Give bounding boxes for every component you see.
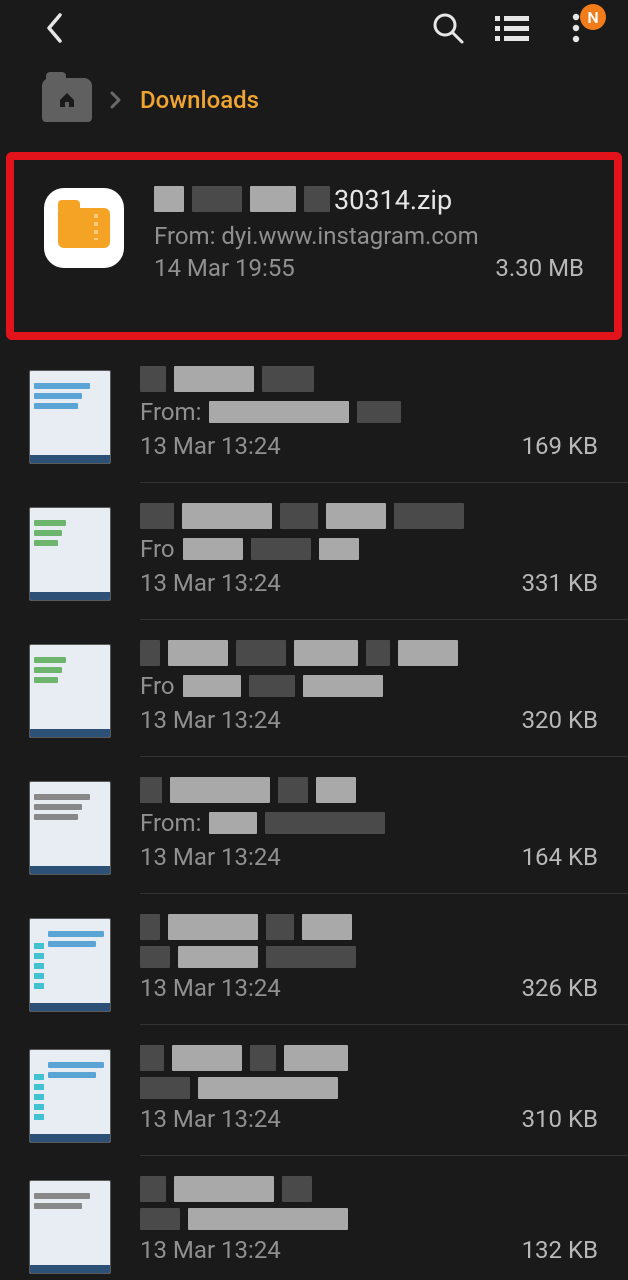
file-thumbnail: [29, 507, 111, 601]
notification-badge: N: [580, 4, 606, 30]
file-title: [140, 777, 598, 803]
file-thumbnail: [29, 1049, 111, 1143]
file-thumbnail: [29, 918, 111, 1012]
file-date: 13 Mar 13:24: [140, 706, 281, 734]
file-source: [140, 946, 598, 968]
zip-file-icon: [44, 188, 124, 268]
search-button[interactable]: [420, 0, 476, 56]
file-date: 13 Mar 13:24: [140, 843, 281, 871]
home-icon: [58, 92, 76, 108]
file-date: 13 Mar 13:24: [140, 974, 281, 1002]
file-title: [140, 503, 598, 529]
search-icon: [431, 11, 465, 45]
file-title: [140, 1045, 598, 1071]
file-source: Fro: [140, 672, 598, 700]
file-title: [140, 914, 598, 940]
file-item-zip[interactable]: 30314.zip From: dyi.www.instagram.com 14…: [14, 184, 614, 304]
list-view-icon: [495, 14, 529, 42]
more-options-button[interactable]: N: [548, 0, 604, 56]
file-source: Fro: [140, 535, 598, 563]
file-title: [140, 640, 598, 666]
breadcrumb-current[interactable]: Downloads: [140, 86, 259, 114]
file-size: 132 KB: [522, 1236, 598, 1264]
file-manager-app: N Downloads: [0, 0, 628, 1280]
file-title: 30314.zip: [154, 184, 584, 218]
breadcrumb-home[interactable]: [42, 78, 92, 122]
highlighted-file-callout: 30314.zip From: dyi.www.instagram.com 14…: [6, 152, 622, 340]
file-list: 30314.zip From: dyi.www.instagram.com 14…: [0, 152, 628, 1280]
file-item[interactable]: 13 Mar 13:24 132 KB: [0, 1156, 628, 1280]
file-thumbnail: [29, 1180, 111, 1274]
file-size: 331 KB: [522, 569, 598, 597]
file-item[interactable]: Fro 13 Mar 13:24 331 KB: [0, 483, 628, 620]
view-toggle-button[interactable]: [484, 0, 540, 56]
file-size: 164 KB: [522, 843, 598, 871]
file-date: 13 Mar 13:24: [140, 1236, 281, 1264]
file-date: 14 Mar 19:55: [154, 254, 295, 282]
file-date: 13 Mar 13:24: [140, 569, 281, 597]
top-bar: N: [0, 0, 628, 56]
chevron-right-icon: [110, 91, 122, 109]
file-item[interactable]: Fro 13 Mar 13:24 320 KB: [0, 620, 628, 757]
file-thumbnail: [29, 370, 111, 464]
file-size: 3.30 MB: [495, 254, 584, 282]
more-vertical-icon: [572, 13, 580, 43]
file-size: 310 KB: [522, 1105, 598, 1133]
chevron-left-icon: [44, 11, 64, 45]
file-source: From:: [140, 809, 598, 837]
breadcrumb: Downloads: [0, 56, 628, 152]
file-item[interactable]: 13 Mar 13:24 326 KB: [0, 894, 628, 1025]
file-date: 13 Mar 13:24: [140, 1105, 281, 1133]
file-item[interactable]: From: 13 Mar 13:24 164 KB: [0, 757, 628, 894]
file-source: [140, 1077, 598, 1099]
back-button[interactable]: [30, 4, 78, 52]
file-title: [140, 366, 598, 392]
file-date: 13 Mar 13:24: [140, 432, 281, 460]
file-thumbnail: [29, 781, 111, 875]
file-source: [140, 1208, 598, 1230]
file-size: 169 KB: [522, 432, 598, 460]
file-size: 320 KB: [522, 706, 598, 734]
file-source: From: dyi.www.instagram.com: [154, 222, 584, 250]
file-thumbnail: [29, 644, 111, 738]
file-item[interactable]: From: 13 Mar 13:24 169 KB: [0, 346, 628, 483]
file-source: From:: [140, 398, 598, 426]
file-size: 326 KB: [522, 974, 598, 1002]
file-item[interactable]: 13 Mar 13:24 310 KB: [0, 1025, 628, 1156]
file-title: [140, 1176, 598, 1202]
